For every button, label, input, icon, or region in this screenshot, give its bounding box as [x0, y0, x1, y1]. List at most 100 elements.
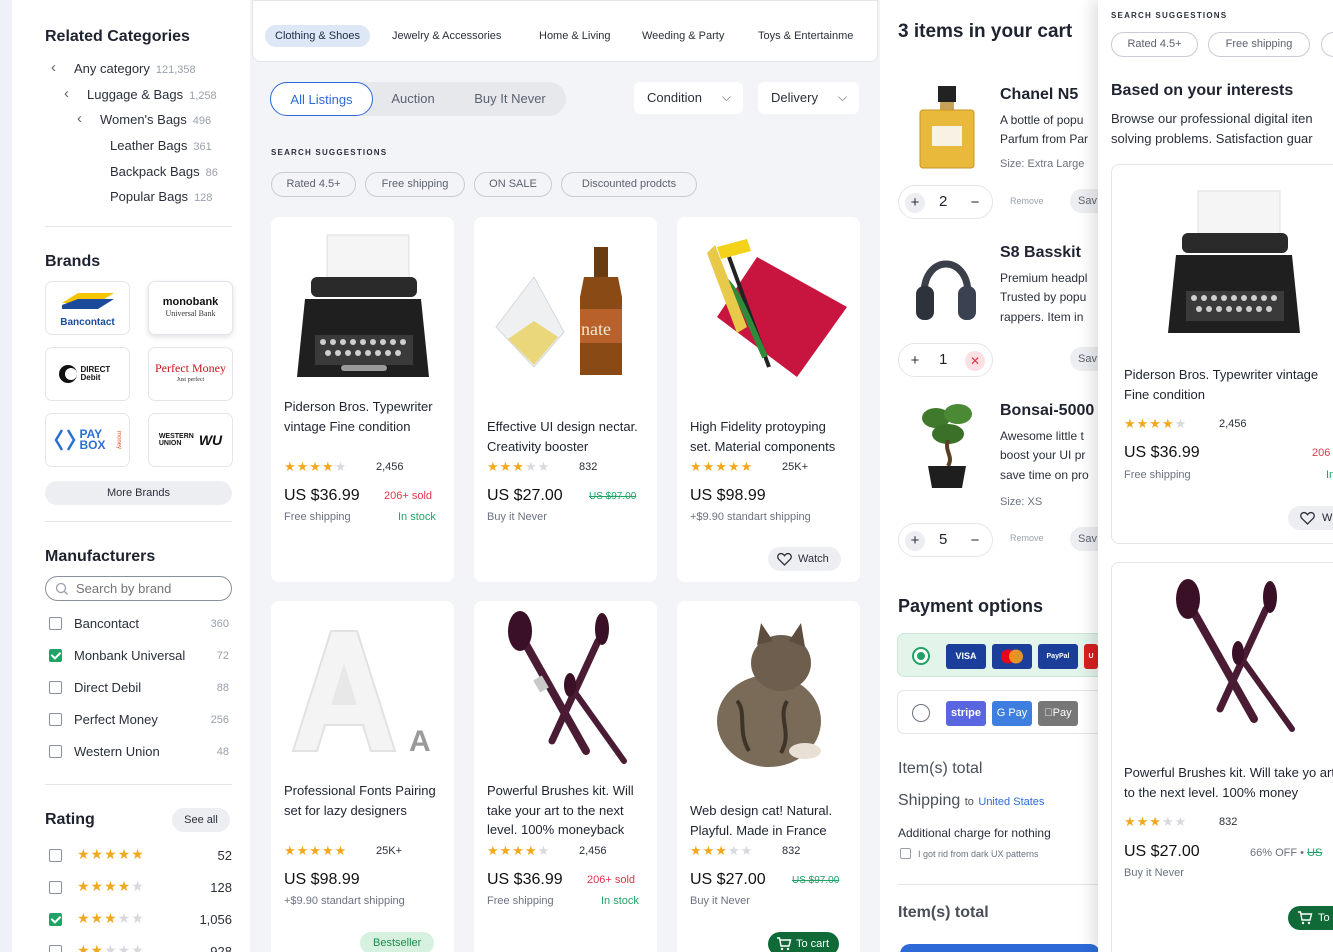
payment-option-wallets[interactable]: stripe G Pay Pay — [897, 690, 1117, 734]
tab-clothing-shoes[interactable]: Clothing & Shoes — [265, 25, 370, 47]
brand-search-field[interactable] — [45, 576, 232, 601]
remove-button[interactable]: Remove — [1010, 533, 1044, 543]
manufacturer-checkbox[interactable] — [49, 745, 62, 758]
to-cart-button[interactable]: To cart — [768, 932, 840, 952]
product-card[interactable]: Web design cat! Natural. Playful. Made i… — [677, 601, 860, 952]
watch-button[interactable]: W — [1288, 506, 1333, 530]
chevron-left-icon[interactable]: ‹ — [77, 110, 82, 127]
brand-monobank[interactable]: monobank Universal Bank — [148, 281, 233, 335]
divider — [898, 884, 1098, 885]
cart-item-name[interactable]: Chanel N5 — [1000, 86, 1078, 104]
makeup-brushes-image — [1176, 579, 1295, 732]
product-card[interactable]: Piderson Bros. Typewriter vintage Fine c… — [271, 217, 454, 582]
manufacturer-checkbox[interactable] — [49, 649, 62, 662]
cart-item-name[interactable]: S8 Basskit — [1000, 244, 1081, 262]
category-any[interactable]: Any category 121,358 — [74, 61, 196, 76]
category-womens-bags[interactable]: Women's Bags 496 — [100, 112, 211, 127]
suggestion-chip[interactable]: Discounted prodcts — [561, 172, 697, 197]
suggestion-chip[interactable]: Free shipping — [365, 172, 465, 197]
category-popular-bags[interactable]: Popular Bags 128 — [110, 189, 212, 204]
suggestion-chip[interactable] — [1321, 32, 1333, 57]
cart-item-desc: rappers. Item in — [1000, 310, 1084, 324]
payment-radio[interactable] — [912, 704, 930, 722]
product-title[interactable]: Piderson Bros. Typewriter vintage Fine c… — [1124, 365, 1333, 405]
increase-button[interactable]: + — [905, 351, 925, 371]
chevron-down-icon: ⌵ — [837, 90, 847, 104]
tab-toys-entertainment[interactable]: Toys & Entertainme — [758, 25, 853, 47]
see-all-ratings-button[interactable]: See all — [172, 808, 230, 832]
product-title[interactable]: Effective UI design nectar. Creativity b… — [487, 417, 647, 456]
product-card[interactable]: nate Effective UI design nectar. Creativ… — [474, 217, 657, 582]
suggestion-chip[interactable]: Free shipping — [1208, 32, 1310, 57]
delivery-dropdown[interactable]: Delivery ⌵ — [758, 82, 859, 114]
watch-button[interactable]: Watch — [768, 547, 841, 571]
product-title[interactable]: Web design cat! Natural. Playful. Made i… — [690, 801, 850, 840]
decrease-button[interactable]: − — [965, 531, 985, 551]
suggestion-chip[interactable]: ON SALE — [474, 172, 552, 197]
divider — [45, 521, 232, 522]
payment-option-cards[interactable]: VISA MC PayPal U — [897, 633, 1117, 677]
payment-radio[interactable] — [912, 647, 930, 665]
product-card[interactable]: High Fidelity protoyping set. Material c… — [677, 217, 860, 582]
brand-bancontact[interactable]: Bancontact — [45, 281, 130, 335]
decrease-button[interactable]: − — [965, 193, 985, 213]
cart-item-name[interactable]: Bonsai-5000 — [1000, 402, 1094, 420]
sold-count: 206+ sold — [587, 874, 636, 886]
product-card[interactable]: Powerful Brushes kit. Will take yo art t… — [1111, 562, 1333, 952]
condition-dropdown[interactable]: Condition ⌵ — [634, 82, 743, 114]
auction-button[interactable]: Auction — [380, 82, 446, 116]
google-pay-icon: G Pay — [992, 701, 1032, 726]
manufacturer-label: Western Union — [74, 744, 160, 759]
increase-button[interactable]: + — [905, 531, 925, 551]
category-leather-bags[interactable]: Leather Bags 361 — [110, 138, 212, 153]
more-brands-button[interactable]: More Brands — [45, 481, 232, 505]
suggestion-chip[interactable]: Rated 4.5+ — [271, 172, 356, 197]
all-listings-button[interactable]: All Listings — [270, 82, 373, 116]
product-title[interactable]: Piderson Bros. Typewriter vintage Fine c… — [284, 397, 444, 436]
category-luggage[interactable]: Luggage & Bags 1,258 — [87, 87, 217, 102]
brand-perfect-money[interactable]: Perfect Money Just perfect — [148, 347, 233, 401]
rating-count: 52 — [217, 848, 232, 863]
brand-direct-debit[interactable]: DIRECT Debit — [45, 347, 130, 401]
product-card[interactable]: Powerful Brushes kit. Will take your art… — [474, 601, 657, 952]
brand-search-input[interactable] — [76, 580, 226, 597]
rating-checkbox[interactable] — [49, 945, 62, 952]
manufacturer-checkbox[interactable] — [49, 681, 62, 694]
tab-jewelry-accessories[interactable]: Jewelry & Accessories — [392, 25, 501, 47]
rating-checkbox[interactable] — [49, 913, 62, 926]
perfume-image — [919, 86, 975, 169]
tab-home-living[interactable]: Home & Living — [539, 25, 611, 47]
product-title[interactable]: Professional Fonts Pairing set for lazy … — [284, 781, 444, 820]
dark-ux-checkbox[interactable] — [900, 848, 911, 859]
brand-western-union[interactable]: WESTERN UNION WU — [148, 413, 233, 467]
product-title[interactable]: Powerful Brushes kit. Will take yo art t… — [1124, 763, 1333, 803]
product-title[interactable]: High Fidelity protoyping set. Material c… — [690, 417, 850, 456]
remove-icon[interactable]: ✕ — [965, 351, 985, 371]
category-backpack-bags[interactable]: Backpack Bags 86 — [110, 164, 218, 179]
svg-text:A: A — [409, 725, 431, 758]
increase-button[interactable]: + — [905, 193, 925, 213]
remove-button[interactable]: Remove — [1010, 196, 1044, 206]
manufacturer-count: 88 — [216, 682, 229, 694]
checkout-button[interactable] — [900, 944, 1100, 952]
rating-checkbox[interactable] — [49, 881, 62, 894]
product-title[interactable]: Powerful Brushes kit. Will take your art… — [487, 781, 647, 840]
chevron-left-icon[interactable]: ‹ — [51, 59, 56, 76]
product-card[interactable]: Piderson Bros. Typewriter vintage Fine c… — [1111, 164, 1333, 544]
cart-icon — [1298, 911, 1313, 925]
product-card[interactable]: A Professional Fonts Pairing set for laz… — [271, 601, 454, 952]
chevron-left-icon[interactable]: ‹ — [64, 85, 69, 102]
brand-paybox[interactable]: PAY BOX money — [45, 413, 130, 467]
suggestion-chip[interactable]: Rated 4.5+ — [1111, 32, 1198, 57]
buy-it-never-button[interactable]: Buy It Never — [460, 82, 560, 116]
tab-wedding-party[interactable]: Weeding & Party — [642, 25, 724, 47]
makeup-brushes-image — [508, 611, 627, 764]
old-price: US $97.00 — [589, 491, 637, 502]
manufacturer-checkbox[interactable] — [49, 617, 62, 630]
to-cart-button[interactable]: To — [1288, 906, 1333, 930]
shipping-destination-link[interactable]: United States — [978, 796, 1044, 808]
manufacturer-checkbox[interactable] — [49, 713, 62, 726]
rating-checkbox[interactable] — [49, 849, 62, 862]
product-price: US $27.00 — [1124, 843, 1200, 860]
related-categories-title: Related Categories — [45, 28, 190, 45]
